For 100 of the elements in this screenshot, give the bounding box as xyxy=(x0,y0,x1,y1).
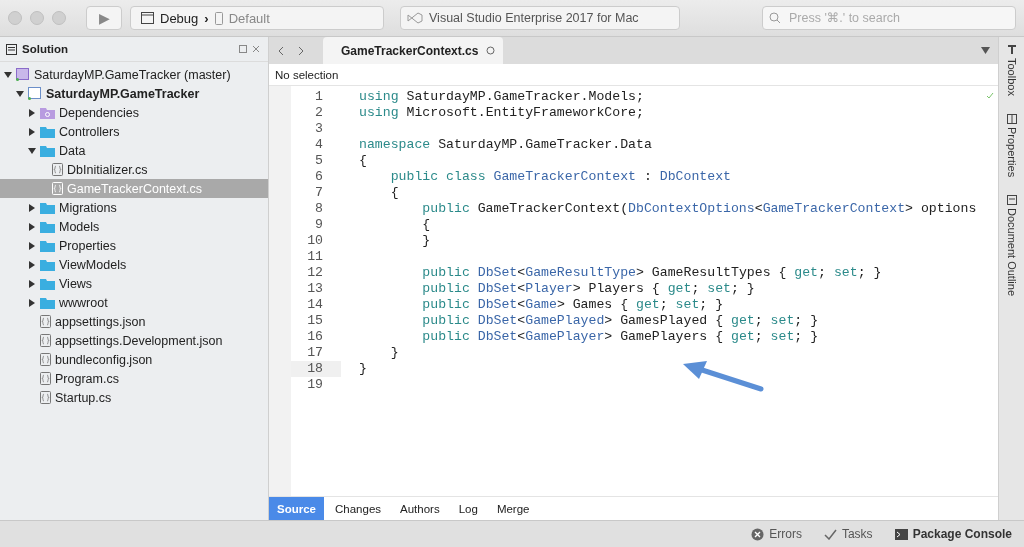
terminal-icon xyxy=(894,528,908,540)
pad-icon xyxy=(6,43,17,55)
code-file-icon xyxy=(52,182,63,195)
collapsed-arrow-icon[interactable] xyxy=(28,203,36,212)
document-tab[interactable]: GameTrackerContext.cs xyxy=(323,37,503,64)
tree-item[interactable]: bundleconfig.json xyxy=(0,350,268,369)
code-line: public DbSet<GamePlayer> GamePlayers { get; set; } xyxy=(421,329,819,345)
tree-item[interactable]: Program.cs xyxy=(0,369,268,388)
search-field[interactable]: Press '⌘.' to search xyxy=(762,6,1016,30)
code-line: namespace SaturdayMP.GameTracker.Data xyxy=(359,137,652,153)
properties-icon xyxy=(1006,113,1017,124)
side-pad-tab[interactable]: Toolbox xyxy=(1005,45,1018,96)
line-number: 10 xyxy=(306,233,324,249)
close-icon[interactable] xyxy=(252,45,260,53)
view-tab[interactable]: Authors xyxy=(392,497,448,520)
code-file-icon xyxy=(40,315,51,328)
view-tab[interactable]: Changes xyxy=(327,497,390,520)
line-number: 14 xyxy=(306,297,324,313)
code-line: public DbSet<Player> Players { get; set; } xyxy=(421,281,755,297)
collapsed-arrow-icon[interactable] xyxy=(28,241,36,250)
code-file-icon xyxy=(40,372,51,385)
folder-icon xyxy=(40,296,55,309)
line-number: 18 xyxy=(291,361,341,377)
expanded-arrow-icon[interactable] xyxy=(16,89,24,98)
tree-item[interactable]: DbInitializer.cs xyxy=(0,160,268,179)
check-icon xyxy=(986,92,994,99)
tree-item[interactable]: Controllers xyxy=(0,122,268,141)
code-file-icon xyxy=(52,163,63,176)
status-button[interactable]: Package Console xyxy=(894,527,1012,541)
line-number: 16 xyxy=(306,329,324,345)
line-number: 1 xyxy=(314,89,324,105)
tree-item[interactable]: Views xyxy=(0,274,268,293)
code-file-icon xyxy=(40,334,51,347)
view-tab[interactable]: Log xyxy=(450,497,486,520)
error-icon xyxy=(751,527,765,541)
line-number: 8 xyxy=(314,201,324,217)
tree-item[interactable]: Startup.cs xyxy=(0,388,268,407)
line-number: 5 xyxy=(314,153,324,169)
line-number: 17 xyxy=(306,345,324,361)
code-line: { xyxy=(359,153,367,169)
project-icon xyxy=(28,87,42,100)
line-number: 7 xyxy=(314,185,324,201)
collapsed-arrow-icon[interactable] xyxy=(28,279,36,288)
tree-item[interactable]: wwwroot xyxy=(0,293,268,312)
unsaved-dot-icon xyxy=(486,46,495,55)
folder-icon xyxy=(40,201,55,214)
code-line: using Microsoft.EntityFrameworkCore; xyxy=(359,105,644,121)
tree-item[interactable]: appsettings.Development.json xyxy=(0,331,268,350)
search-icon xyxy=(769,12,783,24)
line-number: 19 xyxy=(306,377,324,393)
folder-icon xyxy=(40,239,55,252)
tree-item[interactable]: SaturdayMP.GameTracker (master) xyxy=(0,65,268,84)
tree-item[interactable]: SaturdayMP.GameTracker xyxy=(0,84,268,103)
code-line: { xyxy=(389,185,399,201)
line-number: 2 xyxy=(314,105,324,121)
line-number: 4 xyxy=(314,137,324,153)
code-file-icon xyxy=(40,391,51,404)
outline-icon xyxy=(1006,195,1017,206)
code-line: public class GameTrackerContext : DbContext xyxy=(389,169,731,185)
collapsed-arrow-icon[interactable] xyxy=(28,108,36,117)
line-number: 3 xyxy=(314,121,324,137)
side-pad-tab[interactable]: Document Outline xyxy=(1005,195,1018,297)
status-display: Visual Studio Enterprise 2017 for Mac xyxy=(400,6,680,30)
checkmark-icon xyxy=(823,528,837,540)
line-number: 13 xyxy=(306,281,324,297)
back-icon[interactable] xyxy=(277,45,285,56)
expanded-arrow-icon[interactable] xyxy=(4,70,12,79)
folder-icon xyxy=(40,258,55,271)
collapsed-arrow-icon[interactable] xyxy=(28,260,36,269)
code-line: { xyxy=(421,217,431,233)
toolbox-icon xyxy=(1006,45,1017,55)
line-number: 12 xyxy=(306,265,324,281)
collapsed-arrow-icon[interactable] xyxy=(28,298,36,307)
folder-icon xyxy=(40,144,55,157)
collapsed-arrow-icon[interactable] xyxy=(28,127,36,136)
tree-item[interactable]: Models xyxy=(0,217,268,236)
tree-item[interactable]: Properties xyxy=(0,236,268,255)
line-number: 15 xyxy=(306,313,324,329)
view-tab[interactable]: Merge xyxy=(488,497,538,520)
tree-item[interactable]: Data xyxy=(0,141,268,160)
forward-icon[interactable] xyxy=(297,45,305,56)
code-file-icon xyxy=(40,353,51,366)
status-button[interactable]: Tasks xyxy=(823,527,873,541)
code-line: } xyxy=(359,361,367,377)
collapsed-arrow-icon[interactable] xyxy=(28,222,36,231)
tree-item[interactable]: Migrations xyxy=(0,198,268,217)
tree-item[interactable]: Dependencies xyxy=(0,103,268,122)
code-line: } xyxy=(421,233,431,249)
code-line: public DbSet<GamePlayed> GamesPlayed { get; set; } xyxy=(421,313,819,329)
configuration-selector[interactable]: Debug › Default xyxy=(130,6,384,30)
maximize-icon[interactable] xyxy=(239,45,247,53)
folder-icon xyxy=(40,125,55,138)
dropdown-icon[interactable] xyxy=(981,47,990,54)
tree-item[interactable]: appsettings.json xyxy=(0,312,268,331)
expanded-arrow-icon[interactable] xyxy=(28,146,36,155)
tree-item[interactable]: ViewModels xyxy=(0,255,268,274)
phone-icon xyxy=(214,11,223,25)
side-pad-tab[interactable]: Properties xyxy=(1005,113,1018,178)
line-number: 9 xyxy=(314,217,324,233)
status-button[interactable]: Errors xyxy=(751,527,802,541)
